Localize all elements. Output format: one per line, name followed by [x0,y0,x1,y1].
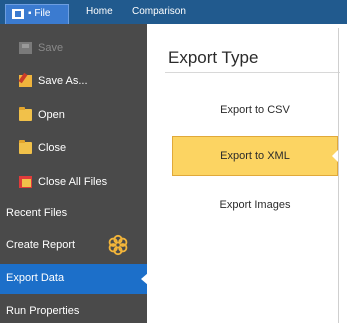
sidebar-item-label: Save [38,42,64,54]
save-icon [19,42,32,54]
export-option-csv[interactable]: Export to CSV [172,91,338,131]
backstage-sidebar: Save Save As... Open Close Close All Fil… [0,24,148,323]
folder-icon [19,107,32,121]
sidebar-item-close-all-files[interactable]: Close All Files [0,168,147,198]
tab-file[interactable]: ▪ File [5,4,69,24]
sidebar-item-label: Create Report [6,239,76,251]
export-option-xml[interactable]: Export to XML [172,136,338,176]
active-indicator-arrow [141,273,148,285]
selected-indicator-arrow [332,150,338,162]
sidebar-item-create-report[interactable]: Create Report [0,231,147,261]
save-as-icon [19,75,32,87]
ribbon-tab-bar: ▪ File Home Comparison [0,0,347,24]
title-divider [165,72,340,73]
sidebar-item-export-data[interactable]: Export Data [0,264,148,294]
export-option-label: Export Images [219,199,291,211]
tab-home[interactable]: Home [86,6,113,17]
sidebar-item-save-as[interactable]: Save As... [0,67,147,97]
export-option-label: Export to CSV [220,104,290,116]
tab-comparison[interactable]: Comparison [132,6,186,17]
panel-separator [338,28,339,323]
sidebar-item-label: Export Data [6,272,65,284]
gear-icon [108,234,128,256]
sidebar-item-close[interactable]: Close [0,134,147,164]
close-all-icon [19,176,32,188]
sidebar-item-label: Close [38,142,67,154]
export-option-images[interactable]: Export Images [172,186,338,226]
file-tab-label: File [34,8,51,19]
page-title: Export Type [168,48,259,67]
sidebar-item-label: Run Properties [6,305,80,317]
folder-icon [19,140,32,154]
sidebar-item-label: Save As... [38,75,88,87]
sidebar-item-save[interactable]: Save [0,34,147,64]
sidebar-item-recent-files[interactable]: Recent Files [0,199,147,229]
file-menu-icon [12,9,24,19]
file-tab-prefix: ▪ [28,8,32,19]
sidebar-item-open[interactable]: Open [0,101,147,131]
sidebar-item-label: Recent Files [6,207,68,219]
sidebar-item-label: Close All Files [38,176,108,188]
sidebar-item-label: Open [38,109,65,121]
export-option-label: Export to XML [220,150,290,162]
sidebar-item-run-properties[interactable]: Run Properties [0,297,147,323]
